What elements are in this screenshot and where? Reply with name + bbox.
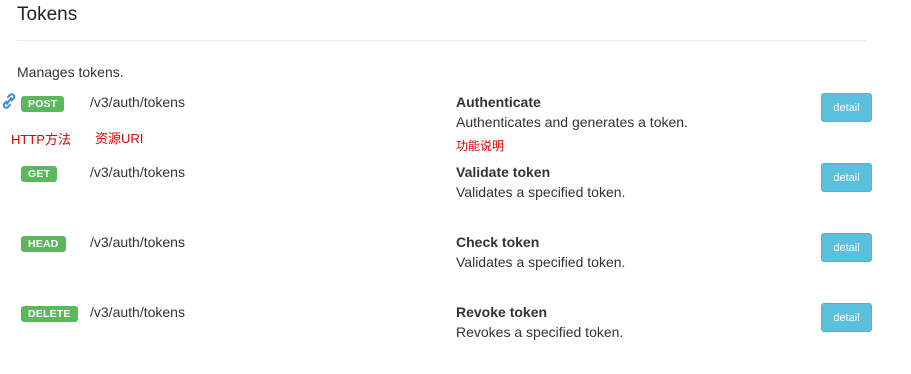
section-divider	[17, 40, 865, 41]
endpoint-row-validate-token: GET /v3/auth/tokens Validate token Valid…	[0, 162, 911, 222]
resource-path[interactable]: /v3/auth/tokens	[90, 234, 185, 250]
operation-title: Authenticate	[456, 94, 541, 110]
operation-title: Validate token	[456, 164, 551, 180]
annotation-function: 功能说明	[456, 139, 505, 153]
endpoint-row-check-token: HEAD /v3/auth/tokens Check token Validat…	[0, 232, 911, 292]
detail-button[interactable]: detail	[821, 163, 872, 192]
section-description: Manages tokens.	[17, 64, 124, 80]
operation-description: Validates a specified token.	[456, 254, 626, 270]
link-icon[interactable]	[2, 93, 16, 109]
detail-button[interactable]: detail	[821, 303, 872, 332]
method-badge-head: HEAD	[21, 236, 66, 252]
method-badge-delete: DELETE	[21, 306, 78, 322]
resource-path[interactable]: /v3/auth/tokens	[90, 304, 185, 320]
method-badge-post: POST	[21, 96, 65, 112]
operation-title: Revoke token	[456, 304, 548, 320]
annotation-http-method: HTTP方法	[11, 132, 71, 147]
resource-path[interactable]: /v3/auth/tokens	[90, 164, 185, 180]
operation-description: Validates a specified token.	[456, 184, 626, 200]
detail-button[interactable]: detail	[821, 93, 872, 122]
endpoint-row-revoke-token: DELETE /v3/auth/tokens Revoke token Revo…	[0, 302, 911, 362]
method-badge-get: GET	[21, 166, 58, 182]
section-title: Tokens	[17, 4, 78, 25]
detail-button[interactable]: detail	[821, 233, 872, 262]
operation-title: Check token	[456, 234, 540, 250]
operation-description: Revokes a specified token.	[456, 324, 624, 340]
resource-path[interactable]: /v3/auth/tokens	[90, 94, 185, 110]
operation-description: Authenticates and generates a token.	[456, 114, 688, 130]
annotation-resource-uri: 资源URI	[95, 131, 144, 146]
